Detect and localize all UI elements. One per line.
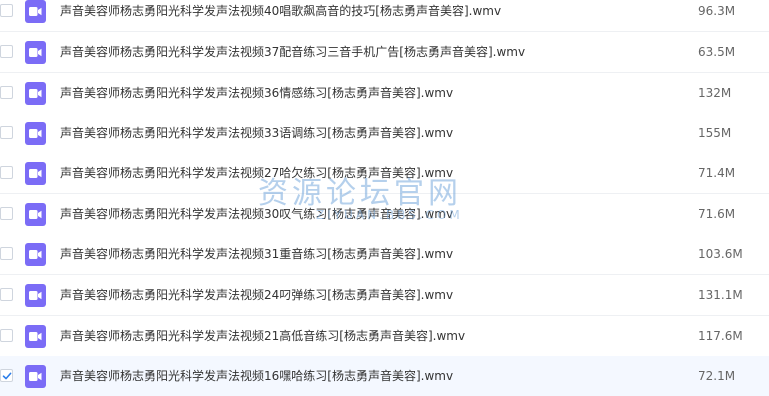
file-size: 117.6M — [698, 329, 743, 343]
file-row[interactable]: 声音美容师杨志勇阳光科学发声法视频24叼弹练习[杨志勇声音美容].wmv 131.… — [0, 275, 769, 316]
row-checkbox[interactable] — [0, 247, 13, 260]
file-row[interactable]: 声音美容师杨志勇阳光科学发声法视频30叹气练习[杨志勇声音美容].wmv 71.6… — [0, 194, 769, 235]
file-row[interactable]: 声音美容师杨志勇阳光科学发声法视频21高低音练习[杨志勇声音美容].wmv 117… — [0, 316, 769, 357]
file-name[interactable]: 声音美容师杨志勇阳光科学发声法视频33语调练习[杨志勇声音美容].wmv — [60, 113, 453, 154]
file-name[interactable]: 声音美容师杨志勇阳光科学发声法视频40唱歌飙高音的技巧[杨志勇声音美容].wmv — [60, 0, 501, 32]
row-checkbox[interactable] — [0, 4, 13, 17]
file-size: 132M — [698, 86, 732, 100]
file-list: 声音美容师杨志勇阳光科学发声法视频40唱歌飙高音的技巧[杨志勇声音美容].wmv… — [0, 0, 769, 396]
video-file-icon[interactable] — [25, 41, 46, 64]
row-checkbox[interactable] — [0, 166, 13, 179]
file-name[interactable]: 声音美容师杨志勇阳光科学发声法视频31重音练习[杨志勇声音美容].wmv — [60, 234, 453, 275]
video-file-icon[interactable] — [25, 203, 46, 226]
video-file-icon[interactable] — [25, 162, 46, 185]
video-file-icon[interactable] — [25, 243, 46, 266]
file-name[interactable]: 声音美容师杨志勇阳光科学发声法视频30叹气练习[杨志勇声音美容].wmv — [60, 194, 453, 235]
file-size: 72.1M — [698, 369, 736, 383]
file-name[interactable]: 声音美容师杨志勇阳光科学发声法视频24叼弹练习[杨志勇声音美容].wmv — [60, 275, 453, 316]
file-row[interactable]: 声音美容师杨志勇阳光科学发声法视频40唱歌飙高音的技巧[杨志勇声音美容].wmv… — [0, 0, 769, 32]
row-checkbox[interactable] — [0, 86, 13, 99]
file-row[interactable]: 声音美容师杨志勇阳光科学发声法视频37配音练习三音手机广告[杨志勇声音美容].w… — [0, 32, 769, 73]
video-file-icon[interactable] — [25, 365, 46, 388]
file-size: 103.6M — [698, 247, 743, 261]
video-file-icon[interactable] — [25, 325, 46, 348]
file-name[interactable]: 声音美容师杨志勇阳光科学发声法视频37配音练习三音手机广告[杨志勇声音美容].w… — [60, 32, 525, 73]
file-size: 96.3M — [698, 4, 736, 18]
video-file-icon[interactable] — [25, 82, 46, 105]
file-size: 131.1M — [698, 288, 743, 302]
file-name[interactable]: 声音美容师杨志勇阳光科学发声法视频27哈欠练习[杨志勇声音美容].wmv — [60, 153, 453, 194]
row-checkbox[interactable] — [0, 45, 13, 58]
file-size: 63.5M — [698, 45, 736, 59]
video-file-icon[interactable] — [25, 0, 46, 23]
file-row[interactable]: 声音美容师杨志勇阳光科学发声法视频27哈欠练习[杨志勇声音美容].wmv 71.4… — [0, 153, 769, 194]
file-row[interactable]: 声音美容师杨志勇阳光科学发声法视频31重音练习[杨志勇声音美容].wmv 103.… — [0, 234, 769, 275]
video-file-icon[interactable] — [25, 122, 46, 145]
file-row[interactable]: 声音美容师杨志勇阳光科学发声法视频36情感练习[杨志勇声音美容].wmv 132M — [0, 73, 769, 114]
file-size: 155M — [698, 126, 732, 140]
row-checkbox[interactable] — [0, 126, 13, 139]
row-checkbox[interactable] — [0, 288, 13, 301]
file-size: 71.6M — [698, 207, 736, 221]
row-checkbox[interactable] — [0, 369, 13, 382]
file-name[interactable]: 声音美容师杨志勇阳光科学发声法视频16嘿哈练习[杨志勇声音美容].wmv — [60, 356, 453, 396]
video-file-icon[interactable] — [25, 284, 46, 307]
file-row[interactable]: 声音美容师杨志勇阳光科学发声法视频33语调练习[杨志勇声音美容].wmv 155M — [0, 113, 769, 154]
file-name[interactable]: 声音美容师杨志勇阳光科学发声法视频36情感练习[杨志勇声音美容].wmv — [60, 73, 453, 114]
file-row[interactable]: 声音美容师杨志勇阳光科学发声法视频16嘿哈练习[杨志勇声音美容].wmv 72.1… — [0, 356, 769, 396]
file-size: 71.4M — [698, 166, 736, 180]
row-checkbox[interactable] — [0, 207, 13, 220]
file-name[interactable]: 声音美容师杨志勇阳光科学发声法视频21高低音练习[杨志勇声音美容].wmv — [60, 316, 465, 357]
row-checkbox[interactable] — [0, 329, 13, 342]
check-icon — [2, 372, 12, 380]
